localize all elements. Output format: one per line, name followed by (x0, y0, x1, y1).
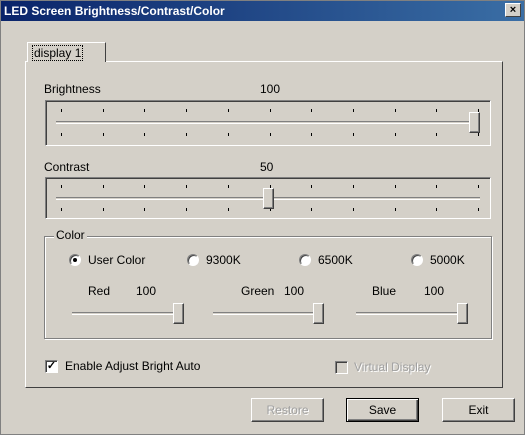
radio-button[interactable] (187, 254, 199, 266)
save-button[interactable]: Save (346, 398, 419, 422)
red-thumb[interactable] (173, 303, 184, 324)
brightness-slider-frame (45, 100, 491, 146)
brightness-track (56, 121, 480, 124)
brightness-tick-bottom (436, 133, 438, 136)
brightness-label: Brightness (44, 82, 101, 96)
brightness-tick-bottom (394, 133, 396, 136)
brightness-value: 100 (260, 82, 281, 96)
tab-label: display 1 (32, 45, 84, 61)
contrast-tick-bottom (311, 208, 313, 211)
color-group-label: Color (54, 228, 87, 242)
red-label: Red (88, 284, 111, 298)
contrast-tick-top (227, 185, 229, 188)
brightness-tick-bottom (352, 133, 354, 136)
contrast-tick-bottom (436, 208, 438, 211)
radio-label-9300k: 9300K (206, 253, 241, 267)
contrast-tick-bottom (102, 208, 104, 211)
brightness-tick-top (269, 109, 271, 112)
contrast-tick-top (144, 185, 146, 188)
contrast-tick-top (394, 185, 396, 188)
contrast-tick-top (352, 185, 354, 188)
contrast-slider-frame (45, 177, 491, 219)
brightness-tick-top (394, 109, 396, 112)
blue-thumb[interactable] (457, 303, 468, 324)
contrast-tick-top (186, 185, 188, 188)
radio-label-user-color: User Color (88, 253, 146, 267)
brightness-tick-top (436, 109, 438, 112)
brightness-tick-bottom (61, 133, 62, 136)
auto-bright-label: Enable Adjust Bright Auto (65, 359, 201, 373)
contrast-tick-bottom (144, 208, 146, 211)
radio-selected-dot (73, 258, 77, 262)
virtual-display-checkbox[interactable] (335, 361, 348, 374)
radio-button[interactable] (69, 254, 81, 266)
check-icon: ✓ (46, 360, 57, 372)
title-bar[interactable]: LED Screen Brightness/Contrast/Color × (1, 1, 524, 21)
brightness-tick-top (102, 109, 104, 112)
brightness-tick-top (61, 109, 62, 112)
virtual-display-label: Virtual Display (354, 360, 431, 374)
contrast-tick-bottom (394, 208, 396, 211)
radio-label-5000k: 5000K (430, 253, 465, 267)
brightness-thumb[interactable] (469, 112, 480, 133)
blue-value: 100 (424, 284, 445, 298)
contrast-value: 50 (260, 160, 274, 174)
close-button[interactable]: × (505, 3, 521, 17)
exit-button[interactable]: Exit (442, 398, 515, 422)
radio-button[interactable] (299, 254, 311, 266)
tab-display-1[interactable]: display 1 (27, 42, 106, 62)
green-value: 100 (284, 284, 305, 298)
brightness-tick-top (311, 109, 313, 112)
contrast-tick-bottom (478, 208, 479, 211)
contrast-label: Contrast (44, 160, 90, 174)
restore-button[interactable]: Restore (251, 398, 324, 422)
brightness-tick-top (186, 109, 188, 112)
blue-track (356, 312, 468, 315)
green-thumb[interactable] (313, 303, 324, 324)
contrast-tick-bottom (186, 208, 188, 211)
red-track (72, 312, 184, 315)
window-title: LED Screen Brightness/Contrast/Color (4, 4, 225, 18)
contrast-tick-top (478, 185, 479, 188)
blue-label: Blue (372, 284, 397, 298)
brightness-tick-bottom (478, 133, 479, 136)
brightness-tick-top (144, 109, 146, 112)
contrast-tick-top (311, 185, 313, 188)
brightness-tick-bottom (144, 133, 146, 136)
red-value: 100 (136, 284, 157, 298)
brightness-tick-bottom (102, 133, 104, 136)
contrast-tick-bottom (352, 208, 354, 211)
contrast-tick-top (436, 185, 438, 188)
contrast-tick-top (102, 185, 104, 188)
brightness-tick-bottom (269, 133, 271, 136)
auto-bright-checkbox[interactable]: ✓ (45, 360, 58, 373)
close-icon: × (509, 4, 517, 16)
brightness-tick-bottom (311, 133, 313, 136)
green-track (213, 312, 324, 315)
contrast-tick-bottom (227, 208, 229, 211)
brightness-tick-bottom (186, 133, 188, 136)
radio-button[interactable] (411, 254, 423, 266)
radio-label-6500k: 6500K (318, 253, 353, 267)
green-label: Green (241, 284, 275, 298)
brightness-tick-bottom (227, 133, 229, 136)
contrast-tick-top (61, 185, 62, 188)
brightness-tick-top (227, 109, 229, 112)
brightness-tick-top (352, 109, 354, 112)
contrast-thumb[interactable] (262, 188, 274, 209)
contrast-tick-bottom (61, 208, 62, 211)
